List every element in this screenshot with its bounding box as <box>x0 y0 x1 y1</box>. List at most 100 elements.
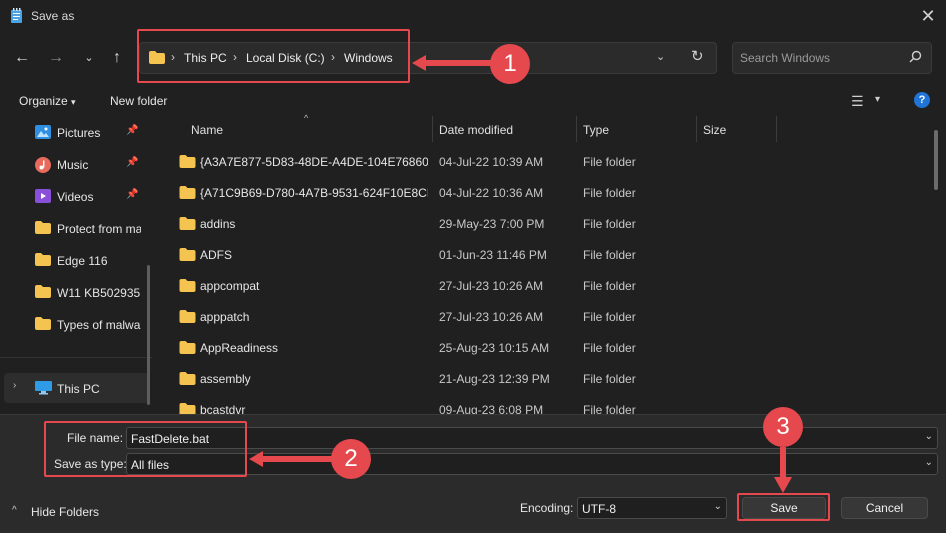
organize-label: Organize <box>19 94 68 108</box>
column-divider[interactable] <box>776 116 777 142</box>
expand-chevron-icon[interactable]: › <box>13 380 16 391</box>
chevron-down-icon[interactable]: ▾ <box>875 94 880 105</box>
file-row[interactable]: {A71C9B69-D780-4A7B-9531-624F10E8CB... 04… <box>170 177 930 208</box>
column-date-modified[interactable]: Date modified <box>439 123 513 137</box>
column-name[interactable]: Name <box>191 123 223 137</box>
encoding-select[interactable]: UTF-8 ⌄ <box>577 497 727 519</box>
file-row[interactable]: appcompat 27-Jul-23 10:26 AM File folder <box>170 270 930 301</box>
encoding-label: Encoding: <box>520 501 574 515</box>
sort-ascending-icon: ^ <box>304 113 309 123</box>
computer-icon <box>35 381 52 395</box>
nav-item-music[interactable]: Music 📌 <box>0 151 152 179</box>
annotation-box-save <box>737 493 830 521</box>
nav-item-malware-folder[interactable]: Types of malwar <box>0 311 152 339</box>
search-box[interactable]: Search Windows <box>732 42 932 74</box>
annotation-box-file-fields <box>44 421 247 477</box>
help-icon[interactable]: ? <box>914 92 930 108</box>
file-type: File folder <box>583 155 636 169</box>
pictures-icon <box>35 125 51 139</box>
nav-item-w11-folder[interactable]: W11 KB5029351 <box>0 279 152 307</box>
nav-label: Protect from ma <box>57 222 141 236</box>
file-type: File folder <box>583 217 636 231</box>
column-divider[interactable] <box>696 116 697 142</box>
column-size[interactable]: Size <box>703 123 726 137</box>
window-title: Save as <box>31 9 75 23</box>
annotation-box-address <box>137 29 410 83</box>
chevron-down-icon[interactable]: ⌄ <box>925 431 933 442</box>
column-type[interactable]: Type <box>583 123 609 137</box>
column-header-row: ^ Name Date modified Type Size <box>170 113 946 144</box>
file-name: ADFS <box>200 248 233 262</box>
file-row[interactable]: ADFS 01-Jun-23 11:46 PM File folder <box>170 239 930 270</box>
nav-label: W11 KB5029351 <box>57 286 141 300</box>
chevron-down-icon[interactable]: ⌄ <box>925 457 933 468</box>
nav-label: Edge 116 <box>57 254 108 268</box>
annotation-arrow-3 <box>774 447 792 493</box>
up-arrow-icon[interactable]: ↑ <box>105 46 129 70</box>
file-date: 04-Jul-22 10:36 AM <box>439 186 544 200</box>
forward-arrow-icon[interactable]: → <box>44 46 68 70</box>
search-icon[interactable] <box>909 50 922 63</box>
file-row[interactable]: addins 29-May-23 7:00 PM File folder <box>170 208 930 239</box>
file-row[interactable]: assembly 21-Aug-23 12:39 PM File folder <box>170 363 930 394</box>
annotation-arrow-2 <box>249 451 333 467</box>
file-date: 27-Jul-23 10:26 AM <box>439 310 544 324</box>
toolbar: Organize ▾ New folder ☰ ▾ ? <box>0 88 946 114</box>
nav-scrollbar[interactable] <box>147 265 150 405</box>
file-row[interactable]: bcastdvr 09-Aug-23 6:08 PM File folder <box>170 394 930 414</box>
file-row[interactable]: apppatch 27-Jul-23 10:26 AM File folder <box>170 301 930 332</box>
file-date: 01-Jun-23 11:46 PM <box>439 248 547 262</box>
hide-folders-button[interactable]: Hide Folders <box>31 505 99 519</box>
file-type: File folder <box>583 186 636 200</box>
file-type: File folder <box>583 372 636 386</box>
cancel-button[interactable]: Cancel <box>841 497 928 519</box>
folder-icon <box>179 248 196 261</box>
step-1-badge: 1 <box>490 44 530 84</box>
new-folder-button[interactable]: New folder <box>110 94 167 108</box>
step-3-badge: 3 <box>763 407 803 447</box>
file-row[interactable]: AppReadiness 25-Aug-23 10:15 AM File folde… <box>170 332 930 363</box>
view-options-icon[interactable]: ☰ <box>851 93 864 110</box>
organize-button[interactable]: Organize ▾ <box>19 94 76 108</box>
chevron-up-icon[interactable]: ^ <box>12 505 17 516</box>
file-name: bcastdvr <box>200 403 246 414</box>
folder-icon <box>35 221 51 235</box>
refresh-icon[interactable]: ↻ <box>691 47 704 65</box>
file-name: {A3A7E877-5D83-48DE-A4DE-104E768601... <box>200 155 428 169</box>
folder-icon <box>179 155 196 168</box>
nav-item-protect-folder[interactable]: Protect from ma <box>0 215 152 243</box>
music-icon <box>35 157 51 173</box>
file-type: File folder <box>583 310 636 324</box>
file-list-scrollbar[interactable] <box>934 130 938 190</box>
folder-icon <box>179 403 196 414</box>
back-arrow-icon[interactable]: ← <box>10 46 34 70</box>
column-divider[interactable] <box>432 116 433 142</box>
step-2-badge: 2 <box>331 439 371 479</box>
folder-icon <box>179 310 196 323</box>
file-row[interactable]: {A3A7E877-5D83-48DE-A4DE-104E768601... 04… <box>170 146 930 177</box>
annotation-arrow-1 <box>412 55 496 71</box>
file-name: appcompat <box>200 279 260 293</box>
file-name-input[interactable]: FastDelete.bat ⌄ <box>126 427 938 449</box>
save-type-select[interactable]: All files ⌄ <box>126 453 938 475</box>
nav-item-this-pc[interactable]: › This PC <box>4 373 150 403</box>
nav-item-edge-folder[interactable]: Edge 116 <box>0 247 152 275</box>
folder-icon <box>179 279 196 292</box>
nav-divider <box>0 357 152 358</box>
encoding-value: UTF-8 <box>582 502 616 516</box>
nav-item-videos[interactable]: Videos 📌 <box>0 183 152 211</box>
chevron-down-icon[interactable]: ⌄ <box>714 501 722 512</box>
nav-label: Types of malwar <box>57 318 141 332</box>
file-date: 27-Jul-23 10:26 AM <box>439 279 544 293</box>
recent-chevron-down-icon[interactable]: ⌄ <box>77 46 101 70</box>
address-dropdown-icon[interactable]: ⌄ <box>656 50 665 63</box>
close-icon[interactable]: ✕ <box>918 6 938 27</box>
file-date: 04-Jul-22 10:39 AM <box>439 155 544 169</box>
folder-icon <box>35 317 51 331</box>
folder-icon <box>179 217 196 230</box>
chevron-down-icon: ▾ <box>71 97 76 107</box>
column-divider[interactable] <box>576 116 577 142</box>
nav-item-pictures[interactable]: Pictures 📌 <box>0 119 152 147</box>
file-name: addins <box>200 217 236 231</box>
videos-icon <box>35 189 51 203</box>
